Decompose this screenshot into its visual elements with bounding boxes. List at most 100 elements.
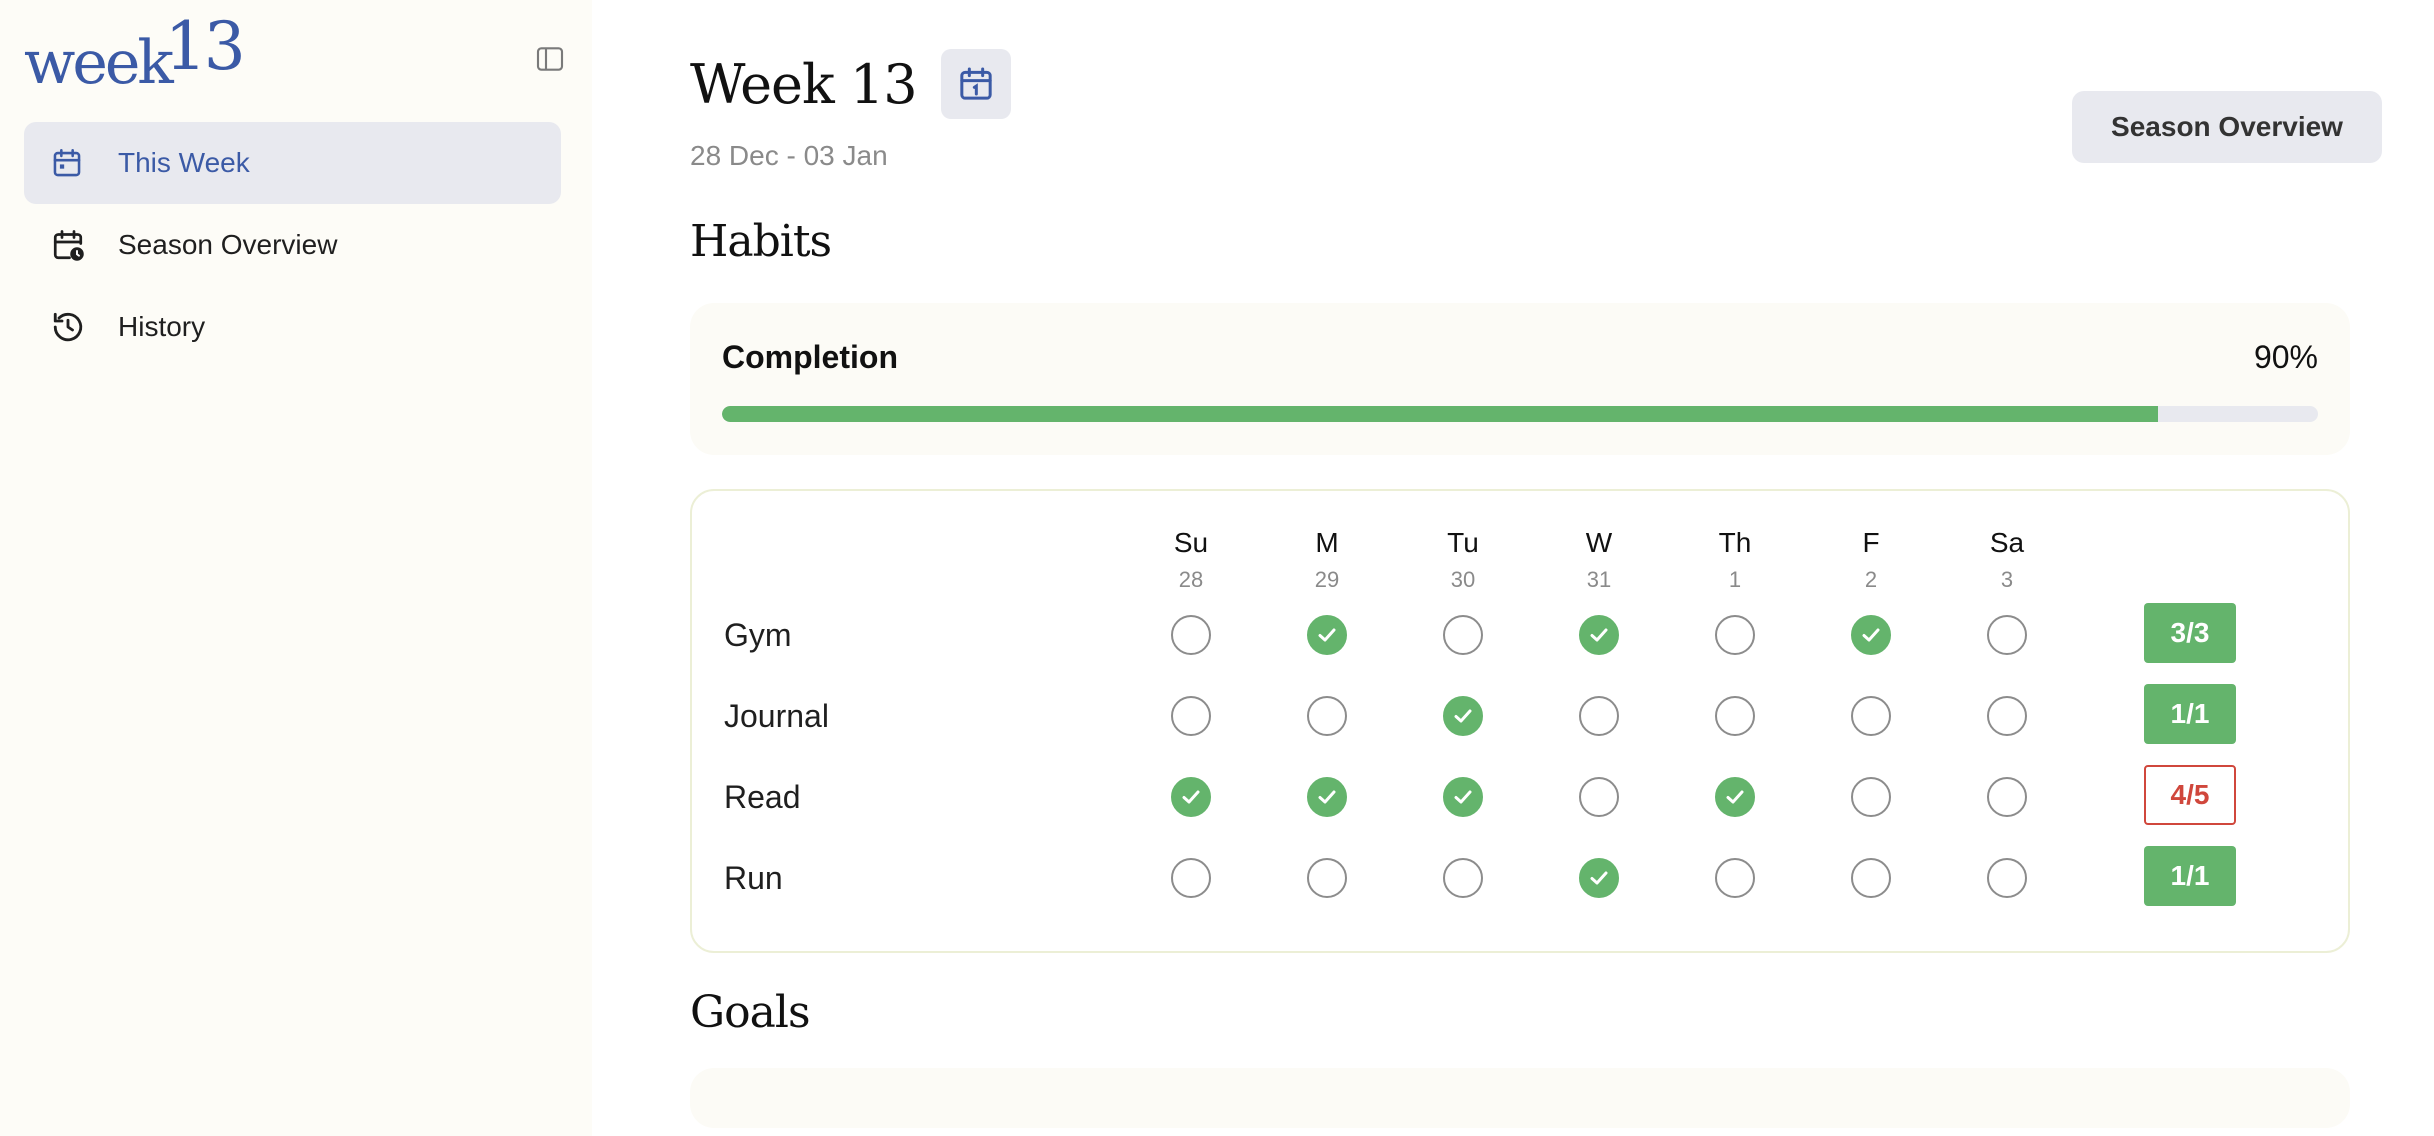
habit-check-empty[interactable] <box>1851 777 1891 817</box>
app-logo[interactable]: week13 <box>24 14 246 94</box>
day-number: 1 <box>1728 567 1742 592</box>
habit-check-empty[interactable] <box>1443 615 1483 655</box>
habit-check-empty[interactable] <box>1987 777 2027 817</box>
day-name: Su <box>1173 527 1209 558</box>
day-number: 3 <box>2000 567 2014 592</box>
day-number: 30 <box>1450 567 1476 592</box>
habit-check-empty[interactable] <box>1171 615 1211 655</box>
sidebar-item-label: History <box>118 311 206 342</box>
checkmark-icon <box>1454 709 1472 723</box>
habit-check-empty[interactable] <box>1715 858 1755 898</box>
checkmark-icon <box>1318 628 1336 642</box>
sidebar-toggle-icon <box>536 47 564 71</box>
day-header: M 29 <box>1287 527 1367 593</box>
checkmark-icon <box>1454 790 1472 804</box>
day-name: Sa <box>1989 527 2025 558</box>
page-title: Week 13 <box>690 52 918 116</box>
completion-progress-bar <box>722 406 2318 422</box>
habit-check-empty[interactable] <box>1987 858 2027 898</box>
habit-row: Run 1/1 <box>692 838 2348 918</box>
completion-progress-fill <box>722 406 2159 422</box>
habit-check-empty[interactable] <box>1443 858 1483 898</box>
day-number: 28 <box>1178 567 1204 592</box>
checkmark-icon <box>1590 871 1608 885</box>
habit-name: Journal <box>724 698 829 734</box>
day-number: 29 <box>1314 567 1340 592</box>
day-name: W <box>1585 527 1613 558</box>
season-overview-button[interactable]: Season Overview <box>2072 91 2382 163</box>
checkmark-icon <box>1726 790 1744 804</box>
habit-check-done[interactable] <box>1579 858 1619 898</box>
date-picker-button[interactable] <box>940 49 1011 119</box>
habit-check-empty[interactable] <box>1579 696 1619 736</box>
habit-check-empty[interactable] <box>1307 696 1347 736</box>
habit-check-done[interactable] <box>1851 615 1891 655</box>
habit-check-empty[interactable] <box>1307 858 1347 898</box>
main-content: Week 13 28 Dec - 03 Jan Habits Completio… <box>592 0 2434 1136</box>
habits-section-title: Habits <box>690 216 832 267</box>
logo-word: week <box>24 28 174 98</box>
day-name: M <box>1315 527 1339 558</box>
goals-section-title: Goals <box>690 987 811 1038</box>
habit-check-empty[interactable] <box>1579 777 1619 817</box>
habit-row: Gym 3/3 <box>692 595 2348 675</box>
calendar-clock-icon <box>50 227 86 263</box>
completion-label: Completion <box>722 339 898 375</box>
day-number: 2 <box>1864 567 1878 592</box>
habit-check-empty[interactable] <box>1171 858 1211 898</box>
calendar-icon <box>959 67 992 100</box>
habit-check-empty[interactable] <box>1851 858 1891 898</box>
history-icon <box>50 309 86 345</box>
habit-check-done[interactable] <box>1579 615 1619 655</box>
habit-check-done[interactable] <box>1171 777 1211 817</box>
checkmark-icon <box>1318 790 1336 804</box>
habit-check-empty[interactable] <box>1171 696 1211 736</box>
day-name: F <box>1862 527 1880 558</box>
habit-check-empty[interactable] <box>1987 615 2027 655</box>
goals-card <box>690 1068 2350 1128</box>
checkmark-icon <box>1590 628 1608 642</box>
sidebar-toggle-button[interactable] <box>533 42 567 76</box>
sidebar-item-this-week[interactable]: This Week <box>24 122 561 204</box>
habit-name: Read <box>724 779 801 815</box>
habit-check-empty[interactable] <box>1715 615 1755 655</box>
day-header: Su 28 <box>1151 527 1231 593</box>
sidebar: week13 This Week Season Overview History <box>0 0 592 1136</box>
habit-check-done[interactable] <box>1443 696 1483 736</box>
completion-value: 90% <box>2253 339 2318 375</box>
logo-number: 13 <box>164 8 246 85</box>
habit-row: Read 4/5 <box>692 757 2348 837</box>
sidebar-item-label: This Week <box>118 147 250 178</box>
sidebar-nav: This Week Season Overview History <box>24 122 561 368</box>
sidebar-item-season-overview[interactable]: Season Overview <box>24 204 561 286</box>
logo-row: week13 <box>24 14 564 94</box>
day-number: 31 <box>1586 567 1612 592</box>
completion-card: Completion 90% <box>690 303 2350 455</box>
habit-score-badge: 1/1 <box>2144 846 2236 906</box>
day-header: Sa 3 <box>1967 527 2047 593</box>
habit-row: Journal 1/1 <box>692 676 2348 756</box>
day-name: Th <box>1718 527 1752 558</box>
habit-check-empty[interactable] <box>1715 696 1755 736</box>
sidebar-item-history[interactable]: History <box>24 286 561 368</box>
habit-score-badge: 1/1 <box>2144 684 2236 744</box>
habit-score-badge: 4/5 <box>2144 765 2236 825</box>
day-header: W 31 <box>1559 527 1639 593</box>
habit-check-done[interactable] <box>1307 615 1347 655</box>
day-header: Th 1 <box>1695 527 1775 593</box>
habit-name: Run <box>724 860 783 896</box>
habit-check-done[interactable] <box>1443 777 1483 817</box>
habit-score-badge: 3/3 <box>2144 603 2236 663</box>
habit-grid: Su 28 M 29 Tu 30 W 31 Th 1 F 2 Sa 3 Gym 3/3 Journal 1/1 Re… <box>690 489 2350 953</box>
sidebar-item-label: Season Overview <box>118 229 338 260</box>
habit-check-empty[interactable] <box>1987 696 2027 736</box>
day-header: Tu 30 <box>1423 527 1503 593</box>
habit-check-done[interactable] <box>1307 777 1347 817</box>
day-header: F2 <box>1831 527 1911 593</box>
habit-check-done[interactable] <box>1715 777 1755 817</box>
day-name: Tu <box>1447 527 1479 558</box>
calendar-icon <box>50 145 86 181</box>
checkmark-icon <box>1182 790 1200 804</box>
habit-name: Gym <box>724 617 792 653</box>
habit-check-empty[interactable] <box>1851 696 1891 736</box>
